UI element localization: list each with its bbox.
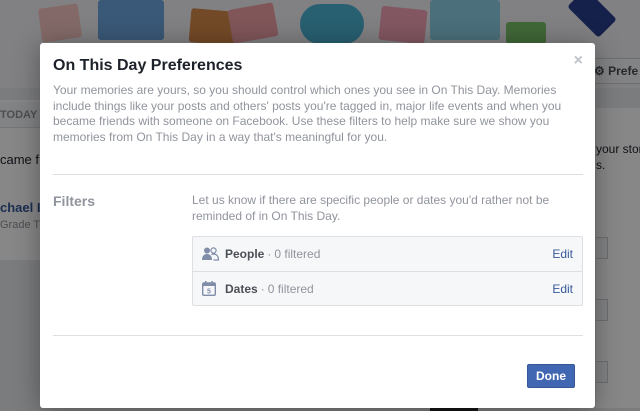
- filters-description: Let us know if there are specific people…: [192, 193, 550, 223]
- close-icon[interactable]: ×: [574, 53, 583, 69]
- divider: [53, 335, 583, 336]
- calendar-icon: 5: [202, 280, 219, 297]
- filters-list: People · 0 filtered Edit 5 Dates · 0 fil…: [192, 236, 583, 306]
- filter-separator: ·: [260, 281, 265, 296]
- svg-text:5: 5: [207, 289, 211, 296]
- edit-people-link[interactable]: Edit: [552, 247, 573, 261]
- filter-separator: ·: [267, 247, 272, 261]
- filter-count: 0 filtered: [274, 247, 321, 261]
- people-icon: [202, 246, 219, 263]
- filter-row-dates: 5 Dates · 0 filtered Edit: [193, 271, 582, 305]
- filter-row-people: People · 0 filtered Edit: [193, 237, 582, 271]
- edit-dates-link[interactable]: Edit: [552, 282, 573, 296]
- filter-name: People: [225, 247, 265, 261]
- dialog-description: Your memories are yours, so you should c…: [53, 83, 562, 144]
- done-button[interactable]: Done: [527, 364, 575, 388]
- on-this-day-preferences-dialog: On This Day Preferences × Your memories …: [40, 43, 595, 408]
- filter-name: Dates: [225, 281, 258, 296]
- filters-label: Filters: [53, 193, 96, 209]
- divider: [53, 174, 583, 175]
- dialog-title: On This Day Preferences: [53, 57, 243, 74]
- filter-count: 0 filtered: [267, 281, 314, 296]
